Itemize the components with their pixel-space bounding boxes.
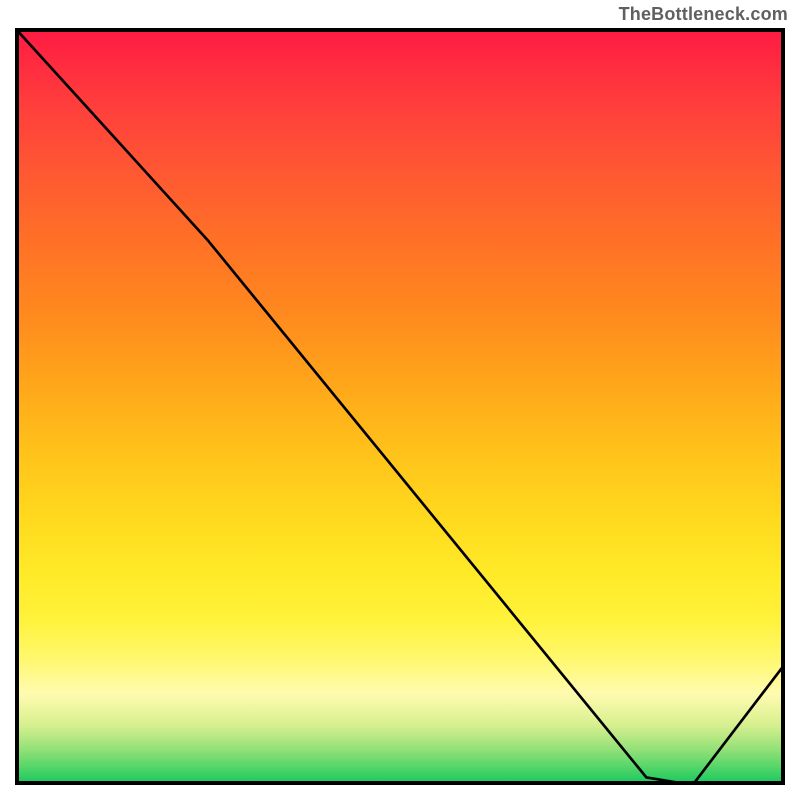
data-series-line [15, 28, 785, 785]
chart-container [15, 28, 785, 785]
watermark-text: TheBottleneck.com [619, 4, 788, 25]
chart-line-layer [15, 28, 785, 785]
